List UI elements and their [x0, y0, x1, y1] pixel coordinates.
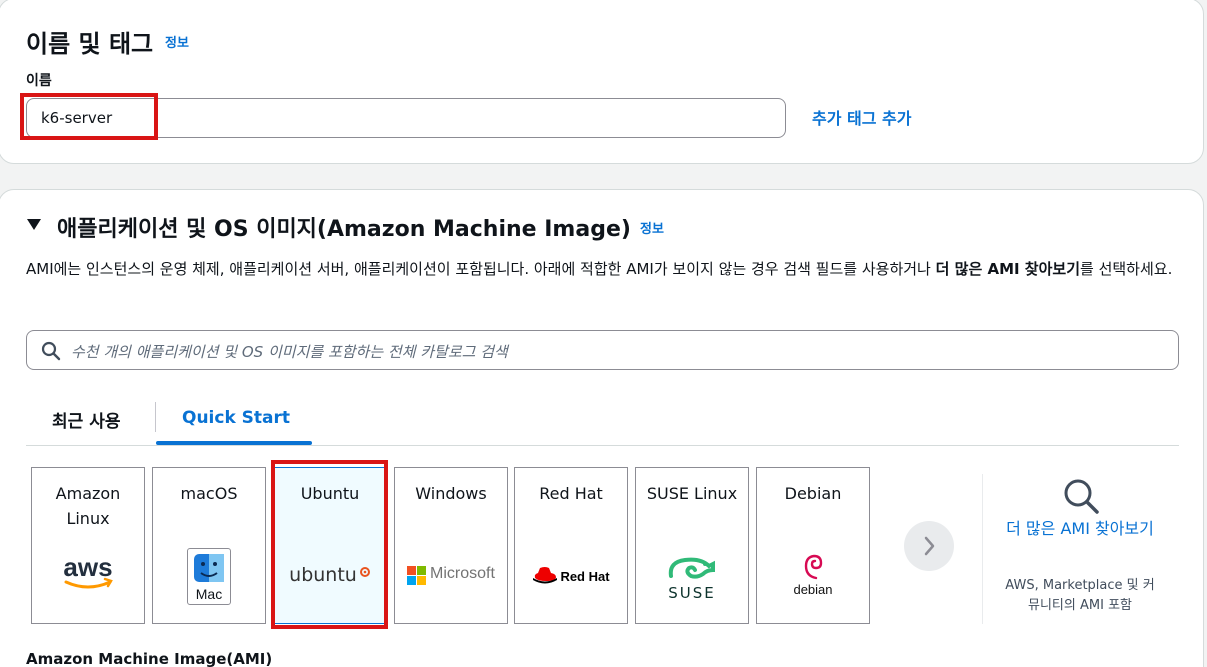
- ami-info-link[interactable]: 정보: [640, 218, 664, 237]
- ami-card-macos[interactable]: macOS Mac: [152, 467, 266, 624]
- card-title: Windows: [415, 484, 487, 503]
- add-tag-link[interactable]: 추가 태그 추가: [812, 105, 911, 129]
- tab-active-indicator: [156, 441, 312, 445]
- mac-logo-text: Mac: [195, 586, 223, 602]
- tab-quick-start[interactable]: Quick Start: [182, 408, 290, 428]
- ami-card-windows[interactable]: Windows Microsoft: [394, 467, 508, 624]
- highlight-box-name: [20, 93, 158, 140]
- ami-card-suse-linux[interactable]: SUSE Linux SUSE: [635, 467, 749, 624]
- next-arrow-button[interactable]: [904, 521, 954, 571]
- ami-description-end: 를 선택하세요.: [1080, 260, 1173, 278]
- aws-logo-icon: aws: [32, 554, 144, 594]
- name-section-title: 이름 및 태그: [26, 30, 154, 58]
- ami-card-red-hat[interactable]: Red Hat Red Hat: [514, 467, 628, 624]
- ami-description: AMI에는 인스턴스의 운영 체제, 애플리케이션 서버, 애플리케이션이 포함…: [26, 256, 1186, 283]
- ami-description-bold: 더 많은 AMI 찾아보기: [935, 260, 1081, 278]
- search-icon: [1062, 477, 1100, 520]
- tab-recent[interactable]: 최근 사용: [52, 407, 120, 432]
- highlight-box-ubuntu: [271, 460, 388, 629]
- ami-label: Amazon Machine Image(AMI): [26, 650, 273, 667]
- ami-card-debian[interactable]: Debian debian: [756, 467, 870, 624]
- search-placeholder: 수천 개의 애플리케이션 및 OS 이미지를 포함하는 전체 카탈로그 검색: [71, 343, 508, 361]
- debian-logo-text: debian: [793, 582, 833, 597]
- card-title: Debian: [784, 484, 842, 503]
- microsoft-logo-icon: Microsoft: [395, 565, 507, 586]
- redhat-logo-text: Red Hat: [560, 569, 610, 584]
- card-title: macOS: [180, 484, 238, 503]
- debian-logo-icon: debian: [757, 552, 869, 597]
- collapse-caret-icon[interactable]: [26, 217, 42, 236]
- ami-card-amazon-linux[interactable]: Amazon Linux aws: [31, 467, 145, 624]
- name-label: 이름: [26, 73, 52, 89]
- more-ami-separator: [982, 474, 983, 624]
- microsoft-logo-text: Microsoft: [430, 565, 495, 582]
- chevron-right-icon: [924, 536, 935, 556]
- search-icon: [41, 341, 61, 361]
- suse-logo-icon: SUSE: [636, 556, 748, 602]
- ami-search-input[interactable]: 수천 개의 애플리케이션 및 OS 이미지를 포함하는 전체 카탈로그 검색: [26, 330, 1179, 370]
- card-title: Red Hat: [539, 484, 603, 503]
- tab-separator: [155, 402, 156, 432]
- tabs-divider: [26, 445, 1179, 446]
- ami-section-title: 애플리케이션 및 OS 이미지(Amazon Machine Image): [57, 217, 631, 242]
- redhat-logo-icon: Red Hat: [515, 566, 627, 586]
- suse-logo-text: SUSE: [668, 584, 716, 602]
- browse-more-ami-link[interactable]: 더 많은 AMI 찾아보기: [1000, 516, 1160, 542]
- card-title: SUSE Linux: [646, 484, 738, 503]
- browse-more-ami-description: AWS, Marketplace 및 커뮤니티의 AMI 포함: [1005, 578, 1155, 613]
- name-info-link[interactable]: 정보: [165, 32, 189, 51]
- name-and-tags-panel: [0, 0, 1204, 164]
- ami-description-text: AMI에는 인스턴스의 운영 체제, 애플리케이션 서버, 애플리케이션이 포함…: [26, 260, 936, 278]
- mac-logo-icon: Mac: [153, 548, 265, 605]
- card-title: Amazon Linux: [55, 484, 121, 528]
